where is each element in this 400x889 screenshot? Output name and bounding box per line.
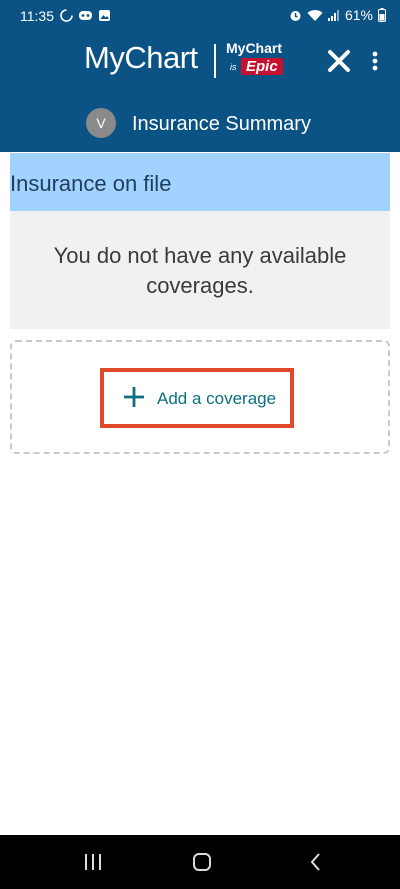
recents-icon — [85, 854, 101, 870]
status-left-icons — [60, 9, 111, 22]
alarm-icon — [290, 10, 301, 21]
add-coverage-button[interactable]: Add a coverage — [100, 368, 294, 428]
logo-mychart-small: MyChart — [226, 40, 283, 56]
logo-is: is — [230, 62, 237, 72]
close-button[interactable] — [326, 48, 352, 74]
logo-divider — [214, 44, 216, 78]
home-button[interactable] — [188, 849, 216, 875]
back-button[interactable] — [302, 849, 330, 875]
page-title: Insurance Summary — [132, 113, 311, 135]
battery-icon — [378, 8, 386, 22]
logo-epic: Epic — [241, 58, 283, 75]
close-icon — [328, 50, 350, 72]
status-right-icons: 61% — [289, 7, 386, 23]
home-icon — [193, 853, 211, 871]
image-icon — [99, 10, 110, 21]
recents-button[interactable] — [79, 849, 107, 875]
back-icon — [310, 853, 320, 871]
avatar[interactable]: V — [86, 108, 116, 138]
system-nav-bar — [0, 835, 400, 889]
more-vertical-icon — [372, 51, 378, 71]
status-bar: 11:35 61% — [0, 0, 400, 32]
sync-icon — [60, 9, 73, 22]
add-coverage-label: Add a coverage — [157, 389, 277, 408]
battery-percent: 61% — [344, 7, 373, 23]
wifi-icon — [307, 9, 323, 21]
mychart-is-epic-logo: MyChart is Epic — [224, 40, 304, 80]
plus-icon — [124, 387, 144, 407]
signal-icon — [327, 9, 339, 21]
more-options-button[interactable] — [368, 48, 382, 74]
game-icon — [79, 11, 92, 20]
app-header: MyChart MyChart is Epic V Insurance Summ… — [0, 32, 400, 152]
mychart-logo: MyChart — [84, 40, 198, 75]
empty-coverage-message: You do not have any available coverages. — [10, 211, 390, 329]
status-time: 11:35 — [20, 8, 54, 24]
section-heading: Insurance on file — [10, 153, 390, 211]
